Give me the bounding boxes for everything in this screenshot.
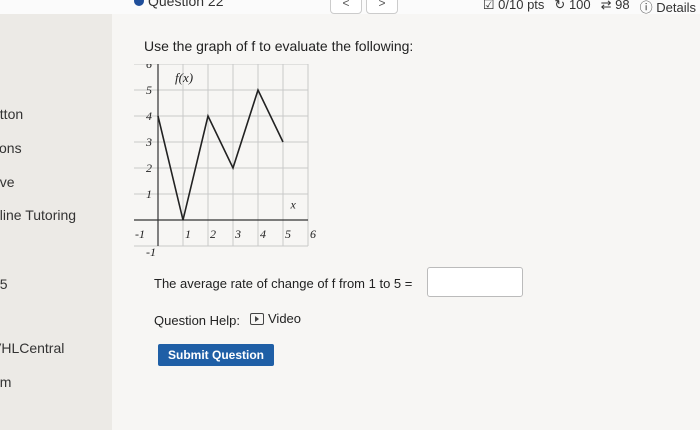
function-line [157, 87, 284, 221]
y-tick-label: 5 [146, 83, 152, 97]
function-graph: -1 1 2 3 4 5 6 -1 1 2 3 4 5 6 f(x) x [134, 64, 316, 259]
sidebar-item-om[interactable]: om [0, 374, 11, 390]
x-axis-label: x [290, 197, 297, 211]
video-help-button[interactable]: Video [250, 311, 301, 326]
attempts-text: 98 [615, 0, 630, 12]
answer-input[interactable] [427, 267, 523, 297]
sidebar-item-options[interactable]: tions [0, 140, 22, 156]
play-icon [250, 312, 264, 325]
details-text: Details [656, 0, 696, 15]
sidebar-item-button[interactable]: utton [0, 106, 23, 122]
points-text: 0/10 pts [498, 0, 545, 12]
sidebar-item-online-tutoring[interactable]: nline Tutoring [0, 207, 76, 223]
x-tick-label: 6 [310, 227, 316, 241]
graph-grid [134, 64, 309, 247]
submit-question-button[interactable]: Submit Question [158, 344, 274, 366]
y-tick-label: 1 [146, 187, 152, 201]
y-tick-label: 3 [145, 135, 152, 149]
question-help-label: Question Help: [154, 313, 240, 328]
y-tick-label: -1 [146, 245, 156, 259]
top-bar: Question 22 < > ☑ 0/10 pts ↻ 100 ⇄ 98 ⓘ … [0, 0, 700, 15]
y-tick-label: 2 [146, 161, 152, 175]
graph-ticks: -1 1 2 3 4 5 6 -1 1 2 3 4 5 6 [135, 64, 316, 259]
sidebar-item-vhlcentral[interactable]: VHLCentral [0, 340, 64, 356]
graph-axes [134, 64, 308, 246]
x-tick-label: 3 [234, 227, 241, 241]
y-tick-label: 6 [146, 64, 152, 71]
previous-question-button[interactable]: < [330, 0, 362, 14]
function-label: f(x) [175, 70, 193, 85]
question-prompt: Use the graph of f to evaluate the follo… [144, 38, 414, 54]
question-status-icon [134, 0, 144, 6]
x-tick-label: 2 [210, 227, 216, 241]
sidebar-item-65[interactable]: 65 [0, 276, 8, 292]
x-tick-label: 4 [260, 227, 266, 241]
question-title: Question 22 [148, 0, 224, 9]
video-label: Video [268, 311, 302, 326]
x-tick-label: -1 [135, 227, 145, 241]
rate-of-change-prompt: The average rate of change of f from 1 t… [154, 276, 413, 291]
x-tick-label: 5 [285, 227, 291, 241]
y-tick-label: 4 [146, 109, 152, 123]
x-tick-label: 1 [185, 227, 191, 241]
next-question-button[interactable]: > [366, 0, 398, 14]
retries-text: 100 [568, 0, 591, 12]
sidebar: utton tions rive nline Tutoring a 65 VHL… [0, 14, 112, 430]
sidebar-item-drive[interactable]: rive [0, 174, 15, 190]
graph-series [157, 87, 284, 221]
